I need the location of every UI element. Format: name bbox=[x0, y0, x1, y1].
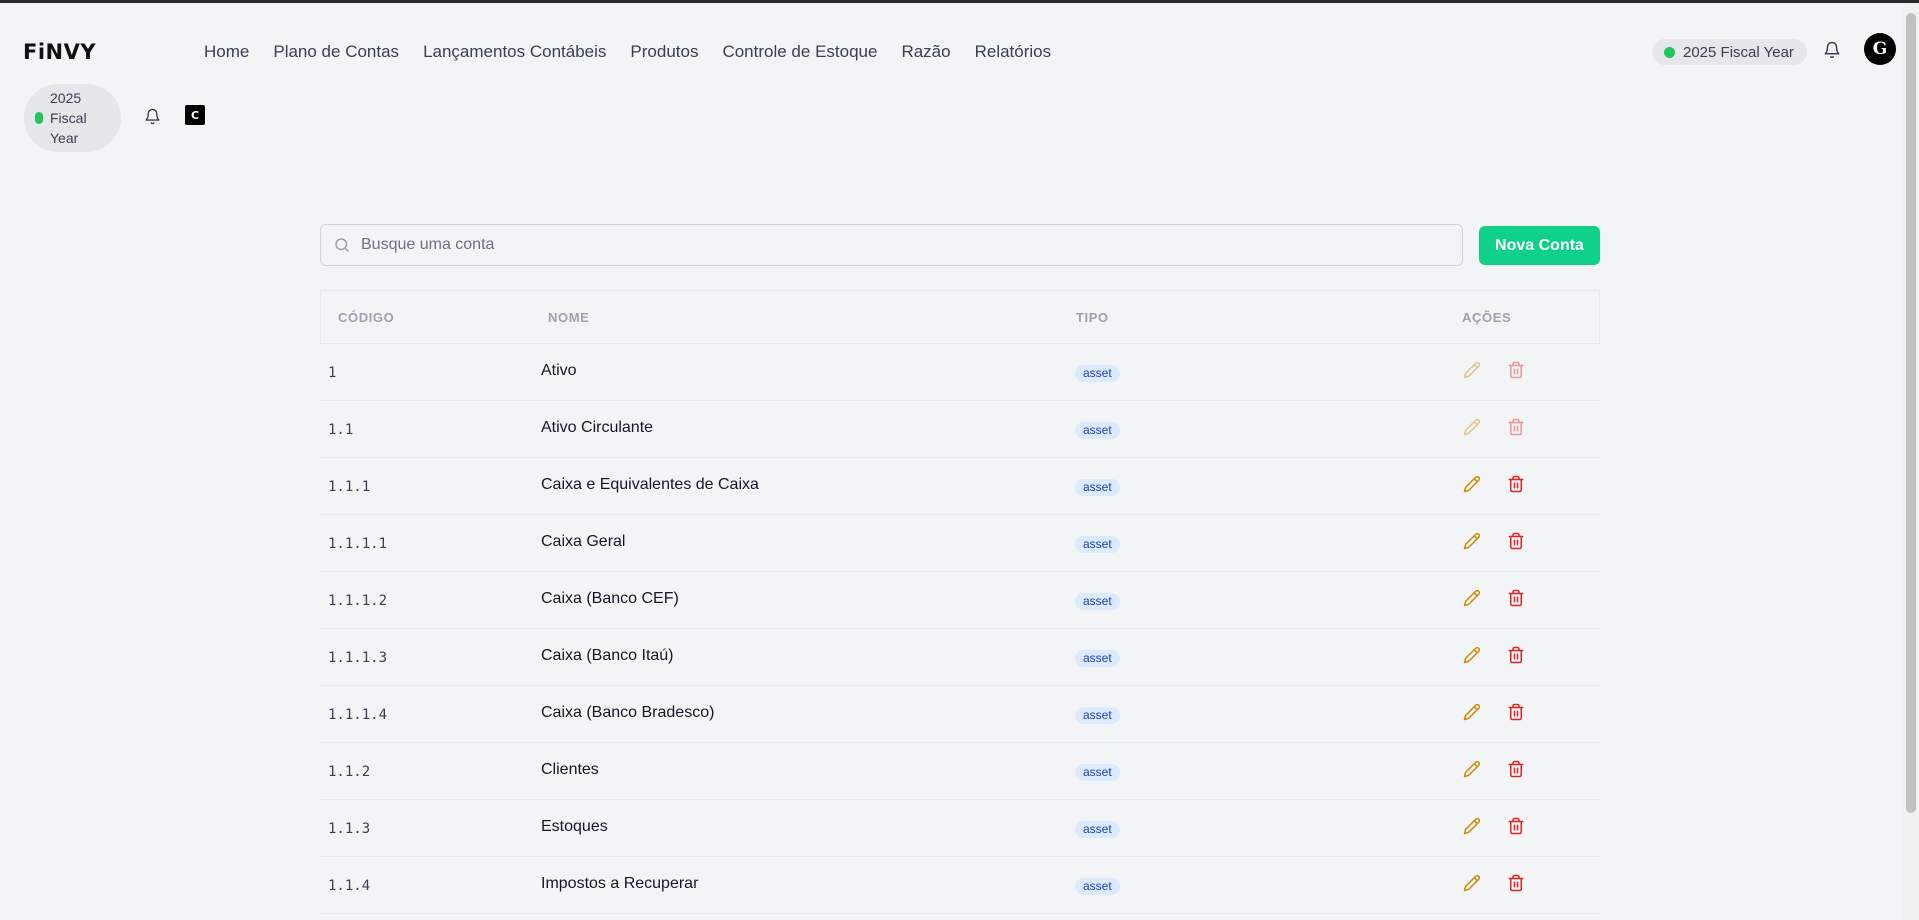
nav-razao[interactable]: Razão bbox=[901, 42, 950, 62]
account-type-badge: asset bbox=[1075, 365, 1120, 382]
table-row: 1.1.1.2 Caixa (Banco CEF) asset bbox=[320, 572, 1600, 629]
delete-trash-icon[interactable] bbox=[1507, 874, 1525, 897]
nav-produtos[interactable]: Produtos bbox=[630, 42, 698, 62]
main-nav: Home Plano de Contas Lançamentos Contábe… bbox=[204, 42, 1051, 62]
table-row: 1.1.2 Clientes asset bbox=[320, 743, 1600, 800]
edit-pencil-icon[interactable] bbox=[1463, 646, 1481, 669]
account-code: 1.1.4 bbox=[328, 878, 371, 894]
account-type-badge: asset bbox=[1075, 593, 1120, 610]
nav-home[interactable]: Home bbox=[204, 42, 249, 62]
account-name: Ativo Circulante bbox=[541, 419, 654, 436]
account-code: 1.1.3 bbox=[328, 821, 371, 837]
delete-trash-icon[interactable] bbox=[1507, 532, 1525, 555]
nav-controle-de-estoque[interactable]: Controle de Estoque bbox=[722, 42, 877, 62]
fiscal-year-badge[interactable]: 2025 Fiscal Year bbox=[1652, 39, 1807, 65]
account-code: 1.1.1.3 bbox=[328, 650, 388, 666]
bell-icon[interactable] bbox=[144, 108, 161, 125]
fiscal-year-line: Fiscal bbox=[50, 110, 87, 126]
user-avatar-small[interactable]: C bbox=[185, 105, 205, 125]
account-type-badge: asset bbox=[1075, 707, 1120, 724]
account-code: 1 bbox=[328, 365, 337, 381]
account-name: Caixa (Banco Bradesco) bbox=[541, 704, 715, 721]
delete-trash-icon[interactable] bbox=[1507, 817, 1525, 840]
delete-trash-icon[interactable] bbox=[1507, 703, 1525, 726]
accounts-table: CÓDIGO NOME TIPO AÇÕES 1 Ativo asset 1.1 Ati… bbox=[320, 290, 1600, 914]
table-row: 1.1.4 Impostos a Recuperar asset bbox=[320, 857, 1600, 914]
account-code: 1.1.1.2 bbox=[328, 593, 388, 609]
status-dot-icon bbox=[35, 112, 43, 124]
edit-pencil-icon[interactable] bbox=[1463, 874, 1481, 897]
table-body: 1 Ativo asset 1.1 Ativo Circulante asset 1.1.1… bbox=[320, 344, 1600, 914]
app-logo[interactable]: FiNVY bbox=[23, 40, 96, 64]
account-type-badge: asset bbox=[1075, 821, 1120, 838]
table-row: 1.1.1 Caixa e Equivalentes de Caixa asset bbox=[320, 458, 1600, 515]
delete-trash-icon[interactable] bbox=[1507, 760, 1525, 783]
delete-trash-icon[interactable] bbox=[1507, 646, 1525, 669]
header-type[interactable]: TIPO bbox=[1076, 310, 1109, 325]
fiscal-year-line: 2025 bbox=[50, 90, 82, 106]
bell-icon[interactable] bbox=[1823, 41, 1841, 59]
account-name: Estoques bbox=[541, 818, 608, 835]
nav-relatorios[interactable]: Relatórios bbox=[975, 42, 1052, 62]
delete-trash-icon[interactable] bbox=[1507, 361, 1525, 384]
search-bar bbox=[320, 224, 1463, 266]
edit-pencil-icon[interactable] bbox=[1463, 589, 1481, 612]
fiscal-year-label: 2025 Fiscal Year bbox=[1683, 43, 1794, 61]
account-code: 1.1.1.4 bbox=[328, 707, 388, 723]
table-row: 1.1.1.3 Caixa (Banco Itaú) asset bbox=[320, 629, 1600, 686]
fiscal-year-badge-compact[interactable]: 2025 Fiscal Year bbox=[24, 84, 121, 152]
delete-trash-icon[interactable] bbox=[1507, 418, 1525, 441]
table-header: CÓDIGO NOME TIPO AÇÕES bbox=[320, 290, 1600, 344]
account-name: Caixa (Banco Itaú) bbox=[541, 647, 674, 664]
edit-pencil-icon[interactable] bbox=[1463, 418, 1481, 441]
header-name[interactable]: NOME bbox=[548, 310, 589, 325]
table-row: 1.1.1.1 Caixa Geral asset bbox=[320, 515, 1600, 572]
header-actions: AÇÕES bbox=[1462, 310, 1512, 325]
account-type-badge: asset bbox=[1075, 536, 1120, 553]
nav-lancamentos-contabeis[interactable]: Lançamentos Contábeis bbox=[423, 42, 606, 62]
account-name: Impostos a Recuperar bbox=[541, 875, 699, 892]
nav-plano-de-contas[interactable]: Plano de Contas bbox=[273, 42, 399, 62]
table-row: 1.1.1.4 Caixa (Banco Bradesco) asset bbox=[320, 686, 1600, 743]
header-code[interactable]: CÓDIGO bbox=[338, 310, 394, 325]
window-top-border bbox=[0, 0, 1919, 3]
fiscal-year-stacked-text: 2025 Fiscal Year bbox=[50, 88, 94, 148]
scrollbar-thumb[interactable] bbox=[1906, 13, 1916, 813]
account-type-badge: asset bbox=[1075, 479, 1120, 496]
page-scrollbar[interactable] bbox=[1903, 3, 1919, 920]
fiscal-year-line: Year bbox=[50, 130, 79, 146]
edit-pencil-icon[interactable] bbox=[1463, 703, 1481, 726]
user-avatar[interactable]: G bbox=[1864, 33, 1896, 65]
account-name: Clientes bbox=[541, 761, 599, 778]
edit-pencil-icon[interactable] bbox=[1463, 361, 1481, 384]
account-type-badge: asset bbox=[1075, 422, 1120, 439]
account-type-badge: asset bbox=[1075, 878, 1120, 895]
edit-pencil-icon[interactable] bbox=[1463, 760, 1481, 783]
edit-pencil-icon[interactable] bbox=[1463, 532, 1481, 555]
table-row: 1.1 Ativo Circulante asset bbox=[320, 401, 1600, 458]
edit-pencil-icon[interactable] bbox=[1463, 817, 1481, 840]
account-type-badge: asset bbox=[1075, 764, 1120, 781]
account-name: Caixa e Equivalentes de Caixa bbox=[541, 476, 759, 493]
account-code: 1.1 bbox=[328, 422, 354, 438]
table-row: 1.1.3 Estoques asset bbox=[320, 800, 1600, 857]
account-code: 1.1.1.1 bbox=[328, 536, 388, 552]
table-row: 1 Ativo asset bbox=[320, 344, 1600, 401]
account-name: Caixa Geral bbox=[541, 533, 626, 550]
delete-trash-icon[interactable] bbox=[1507, 475, 1525, 498]
search-icon bbox=[333, 236, 351, 254]
account-code: 1.1.1 bbox=[328, 479, 371, 495]
account-code: 1.1.2 bbox=[328, 764, 371, 780]
status-dot-icon bbox=[1664, 46, 1675, 58]
account-type-badge: asset bbox=[1075, 650, 1120, 667]
account-name: Ativo bbox=[541, 362, 577, 379]
search-input[interactable] bbox=[361, 236, 1421, 254]
account-name: Caixa (Banco CEF) bbox=[541, 590, 679, 607]
delete-trash-icon[interactable] bbox=[1507, 589, 1525, 612]
edit-pencil-icon[interactable] bbox=[1463, 475, 1481, 498]
new-account-button[interactable]: Nova Conta bbox=[1479, 226, 1600, 265]
